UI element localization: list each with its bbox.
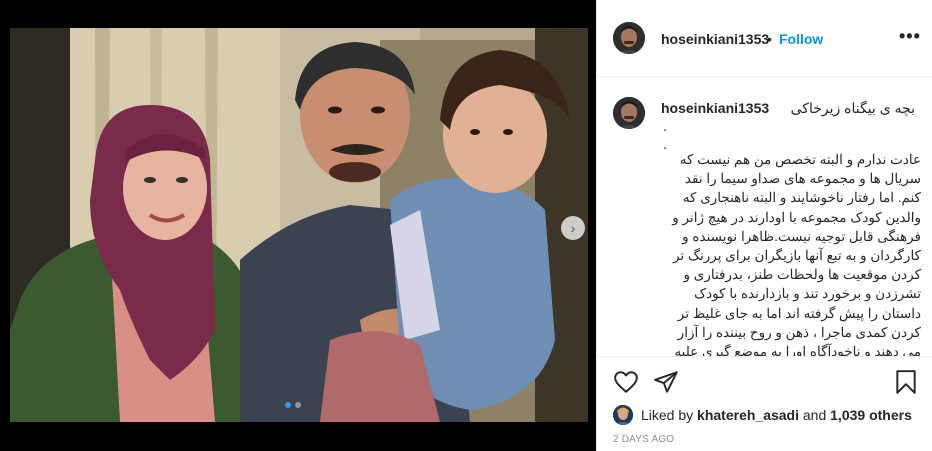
post-image-carousel[interactable]: ›	[0, 0, 596, 451]
username-link[interactable]: hoseinkiani1353	[661, 31, 769, 47]
caption-text: عادت ندارم و البته تخصص من هم نیست که سر…	[672, 152, 921, 356]
action-bar	[597, 356, 932, 407]
chevron-right-icon: ›	[570, 220, 576, 236]
liked-by-label: Liked by	[641, 407, 694, 423]
share-button[interactable]	[653, 369, 679, 395]
post-photo	[0, 0, 596, 451]
instagram-post-modal: › hoseinkiani1353 • Follow ••• hoseinkia…	[0, 0, 932, 451]
avatar-image	[613, 22, 645, 54]
caption-username[interactable]: hoseinkiani1353	[661, 100, 769, 116]
carousel-dot	[295, 402, 301, 408]
carousel-indicator	[285, 402, 301, 408]
next-slide-button[interactable]: ›	[561, 216, 585, 240]
post-timestamp[interactable]: 2 DAYS AGO	[613, 434, 674, 445]
likes-and-label: and	[802, 407, 827, 423]
save-button[interactable]	[893, 369, 919, 395]
more-icon[interactable]: •••	[899, 26, 921, 47]
follow-button[interactable]: Follow	[779, 31, 823, 47]
likes-count[interactable]: 1,039 others	[830, 407, 912, 423]
carousel-dot-active	[285, 402, 291, 408]
share-icon	[654, 371, 678, 393]
caption-section[interactable]: hoseinkiani1353 بچه ی بیگناه زیرخاکی . .…	[597, 77, 932, 356]
likes-summary[interactable]: Liked by khatereh_asadi and 1,039 others	[613, 404, 912, 426]
like-button[interactable]	[613, 369, 639, 395]
liker-avatar[interactable]	[613, 405, 633, 425]
avatar[interactable]	[613, 97, 645, 129]
separator-dot: •	[767, 31, 772, 47]
avatar-image	[613, 97, 645, 129]
post-sidebar: hoseinkiani1353 • Follow ••• hoseinkiani…	[596, 0, 932, 451]
post-header: hoseinkiani1353 • Follow •••	[597, 0, 932, 77]
bookmark-icon	[896, 370, 916, 394]
avatar[interactable]	[613, 22, 645, 54]
caption-title: بچه ی بیگناه زیرخاکی	[790, 100, 915, 116]
caption-dots: . .	[663, 118, 667, 152]
heart-icon	[614, 371, 638, 393]
liker-username[interactable]: khatereh_asadi	[697, 407, 799, 423]
liker-avatar-image	[613, 405, 633, 425]
